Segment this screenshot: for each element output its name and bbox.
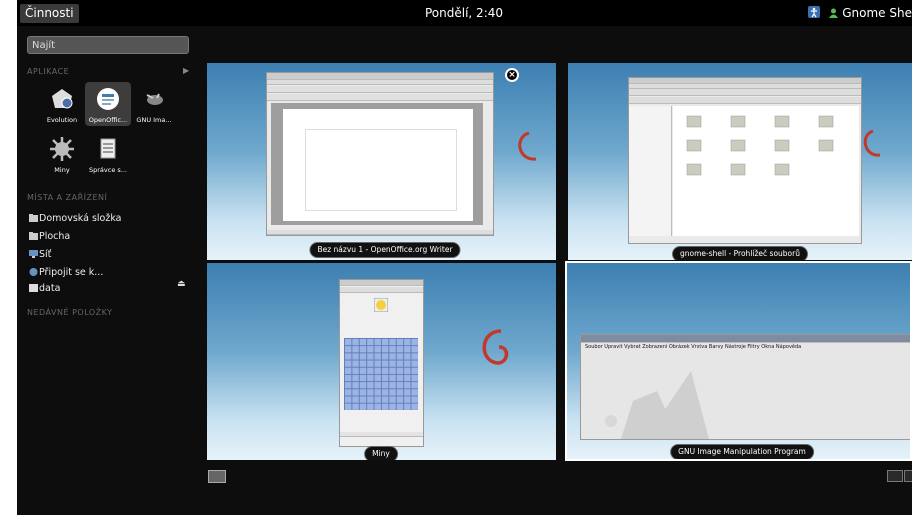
app-tile-label: OpenOffic... — [88, 116, 128, 124]
window-caption: Miny — [364, 446, 398, 460]
user-name: Gnome She — [842, 6, 912, 20]
app-tile-openoffice[interactable]: OpenOffic... — [85, 82, 131, 126]
document-area — [271, 103, 483, 225]
window-caption: GNU Image Manipulation Program — [670, 444, 814, 459]
place-item-data[interactable]: data — [29, 282, 60, 296]
folder-icon — [29, 214, 38, 222]
gnome-shell-overview: Činnosti Pondělí, 2:40 Gnome She Najít A… — [17, 0, 912, 515]
place-label: Plocha — [39, 231, 71, 242]
section-recent-heading: NEDÁVNÉ POLOŽKY — [27, 308, 113, 317]
user-menu[interactable]: Gnome She — [829, 6, 912, 21]
smiley-icon — [374, 298, 388, 312]
window-caption: gnome-shell - Prohlížeč souborů — [672, 246, 808, 260]
place-item-home[interactable]: Domovská složka — [29, 212, 122, 226]
status-bar — [267, 230, 493, 235]
drive-icon — [29, 284, 38, 292]
user-icon — [829, 8, 839, 18]
file-grid — [673, 106, 859, 236]
app-tile-file-manager[interactable]: Správce s... — [85, 132, 131, 176]
place-label: Síť — [39, 249, 52, 260]
eject-icon[interactable]: ⏏ — [177, 279, 186, 289]
folder-icon — [29, 232, 38, 240]
place-label: Domovská složka — [39, 213, 122, 224]
place-item-connect[interactable]: Připojit se k... — [29, 266, 103, 280]
app-tile-gimp[interactable]: GNU Ima... — [131, 82, 177, 126]
app-tile-mines[interactable]: Miny — [39, 132, 85, 176]
wilber-icon — [605, 371, 709, 439]
menu-bar — [267, 80, 493, 85]
mines-icon — [50, 137, 74, 161]
app-tile-label: Správce s... — [89, 166, 127, 174]
file-manager-icon — [100, 138, 116, 159]
place-label: Připojit se k... — [39, 267, 104, 278]
window-thumb-file-manager[interactable]: gnome-shell - Prohlížeč souborů — [568, 63, 912, 260]
app-tile-label: Evolution — [46, 116, 78, 124]
close-icon[interactable]: × — [505, 68, 519, 82]
workspace-toggle-button[interactable] — [887, 470, 903, 482]
toolbar — [267, 86, 493, 93]
gimp-window: Soubor Upravit Vybrat Zobrazení Obrázek … — [580, 334, 910, 440]
accessibility-icon[interactable] — [808, 6, 820, 18]
mines-window — [339, 279, 424, 447]
debian-swirl-icon — [518, 131, 537, 161]
screen: Činnosti Pondělí, 2:40 Gnome She Najít A… — [0, 0, 912, 515]
app-tile-evolution[interactable]: Evolution — [39, 82, 85, 126]
activities-button[interactable]: Činnosti — [20, 4, 79, 23]
workspace-thumbnail[interactable] — [208, 470, 226, 483]
window-thumb-mines[interactable]: Miny — [207, 263, 556, 460]
file-manager-window — [628, 77, 862, 244]
openoffice-window — [266, 72, 494, 236]
app-tile-label: Miny — [54, 166, 70, 174]
openoffice-icon — [97, 88, 119, 110]
gimp-icon — [146, 93, 163, 105]
top-panel: Činnosti Pondělí, 2:40 Gnome She — [17, 0, 912, 26]
debian-swirl-icon — [863, 129, 881, 157]
gimp-menu-bar: Soubor Upravit Vybrat Zobrazení Obrázek … — [585, 344, 802, 350]
app-tile-label: GNU Ima... — [136, 116, 172, 124]
clock[interactable]: Pondělí, 2:40 — [425, 5, 545, 21]
place-label: data — [39, 283, 61, 294]
search-input[interactable]: Najít — [27, 36, 189, 54]
document-page — [283, 109, 473, 221]
place-item-network[interactable]: Síť — [29, 248, 51, 262]
dash-sidebar: Najít APLIKACE ▶ Evolution OpenOffic... … — [17, 26, 207, 515]
window-caption: Bez názvu 1 - OpenOffice.org Writer — [309, 242, 461, 258]
window-thumb-openoffice[interactable]: Bez názvu 1 - OpenOffice.org Writer — [207, 63, 556, 260]
mines-grid — [344, 338, 418, 410]
section-places-heading: MÍSTA A ZAŘÍZENÍ — [27, 193, 108, 202]
workspace-add-button[interactable] — [904, 470, 912, 482]
evolution-icon — [52, 89, 73, 109]
window-thumb-gimp[interactable]: Soubor Upravit Vybrat Zobrazení Obrázek … — [565, 261, 912, 461]
title-bar — [267, 73, 493, 80]
toolbar — [267, 94, 493, 101]
network-icon — [29, 250, 38, 258]
apps-expand-arrow-icon[interactable]: ▶ — [183, 66, 189, 75]
debian-swirl-icon — [482, 329, 509, 365]
section-apps-heading: APLIKACE — [27, 67, 70, 76]
connect-icon — [29, 268, 38, 276]
place-item-desktop[interactable]: Plocha — [29, 230, 70, 244]
